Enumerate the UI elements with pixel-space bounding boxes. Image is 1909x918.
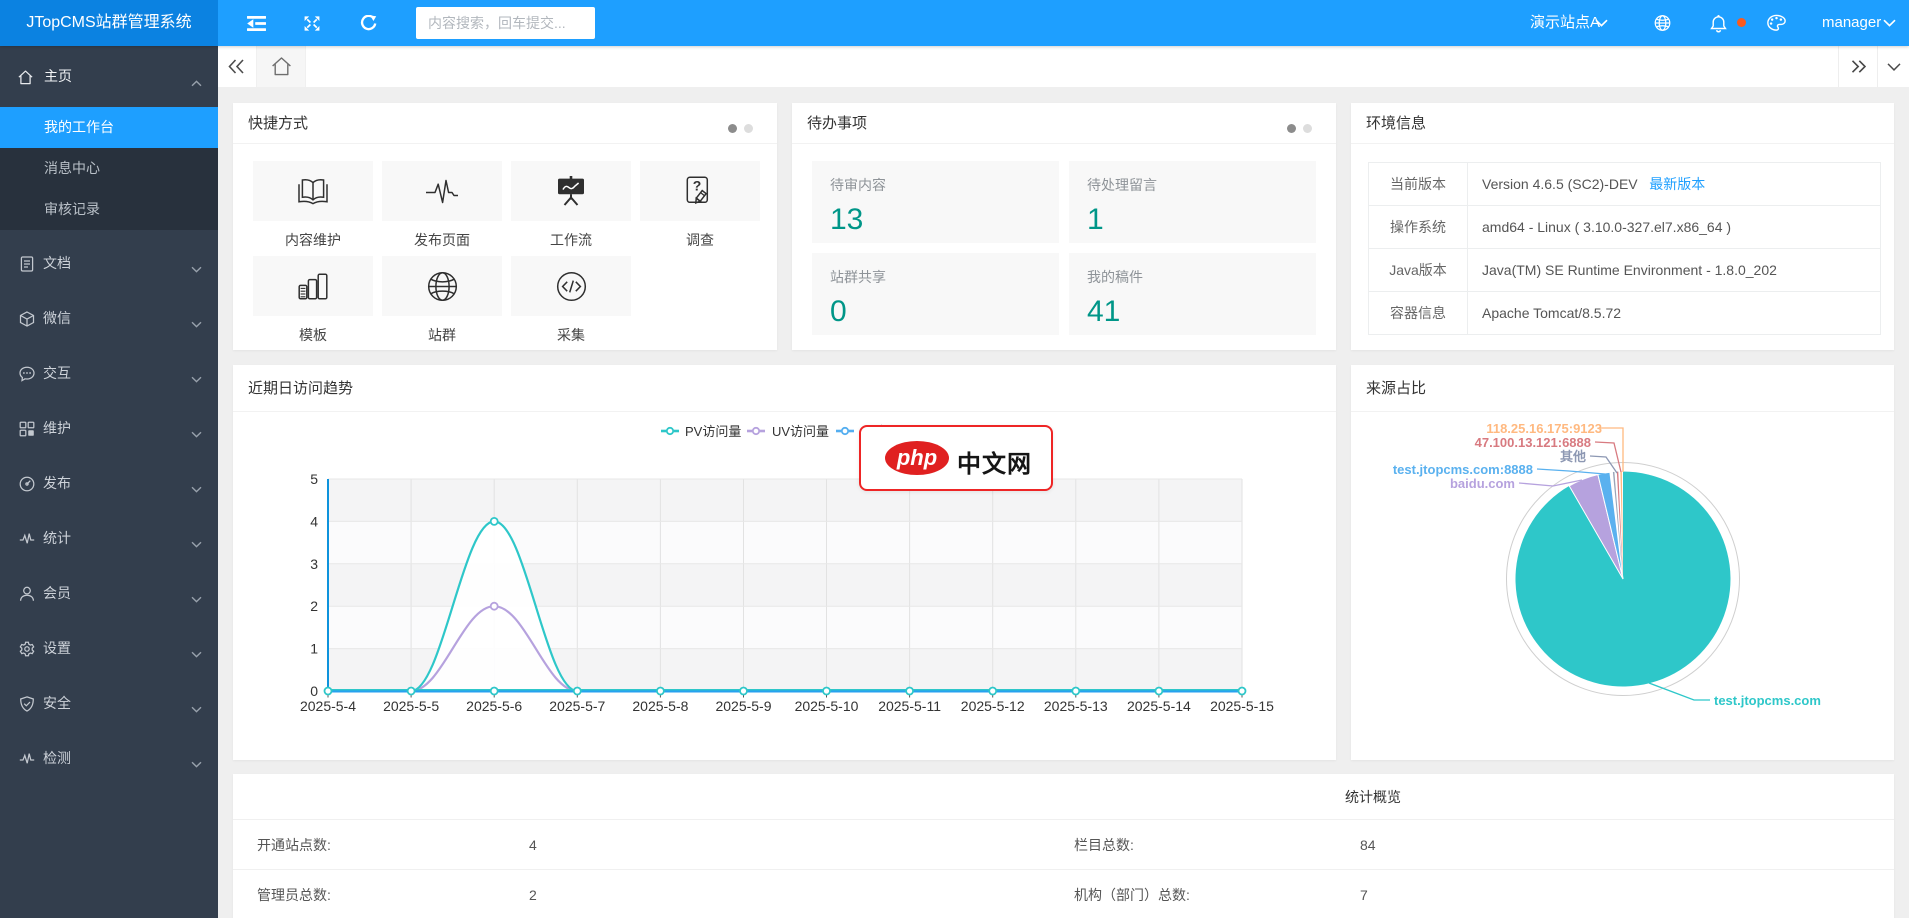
svg-text:2025-5-9: 2025-5-9 <box>715 698 771 714</box>
svg-text:?: ? <box>693 178 702 194</box>
svg-text:UV访问量: UV访问量 <box>772 424 829 439</box>
svg-text:2025-5-14: 2025-5-14 <box>1127 698 1191 714</box>
svg-text:2025-5-6: 2025-5-6 <box>466 698 522 714</box>
svg-text:5: 5 <box>310 471 318 487</box>
svg-text:2025-5-12: 2025-5-12 <box>961 698 1025 714</box>
svg-text:2025-5-7: 2025-5-7 <box>549 698 605 714</box>
svg-text:47.100.13.121:6888: 47.100.13.121:6888 <box>1475 435 1591 450</box>
svg-text:2025-5-5: 2025-5-5 <box>383 698 439 714</box>
svg-text:2025-5-13: 2025-5-13 <box>1044 698 1108 714</box>
svg-text:2025-5-15: 2025-5-15 <box>1210 698 1274 714</box>
svg-text:2025-5-11: 2025-5-11 <box>878 698 941 714</box>
svg-text:baidu.com: baidu.com <box>1450 476 1515 491</box>
svg-text:2025-5-4: 2025-5-4 <box>300 698 356 714</box>
svg-text:PV访问量: PV访问量 <box>685 424 741 439</box>
svg-text:2: 2 <box>310 598 318 614</box>
svg-text:2025-5-8: 2025-5-8 <box>632 698 688 714</box>
svg-text:118.25.16.175:9123: 118.25.16.175:9123 <box>1486 421 1602 436</box>
svg-text:2025-5-10: 2025-5-10 <box>795 698 859 714</box>
svg-text:test.jtopcms.com:8888: test.jtopcms.com:8888 <box>1393 462 1533 477</box>
svg-text:test.jtopcms.com: test.jtopcms.com <box>1714 693 1821 708</box>
svg-text:0: 0 <box>310 683 318 699</box>
svg-text:4: 4 <box>310 513 318 529</box>
svg-text:其他: 其他 <box>1560 449 1586 464</box>
svg-text:3: 3 <box>310 556 318 572</box>
svg-text:1: 1 <box>310 641 318 657</box>
